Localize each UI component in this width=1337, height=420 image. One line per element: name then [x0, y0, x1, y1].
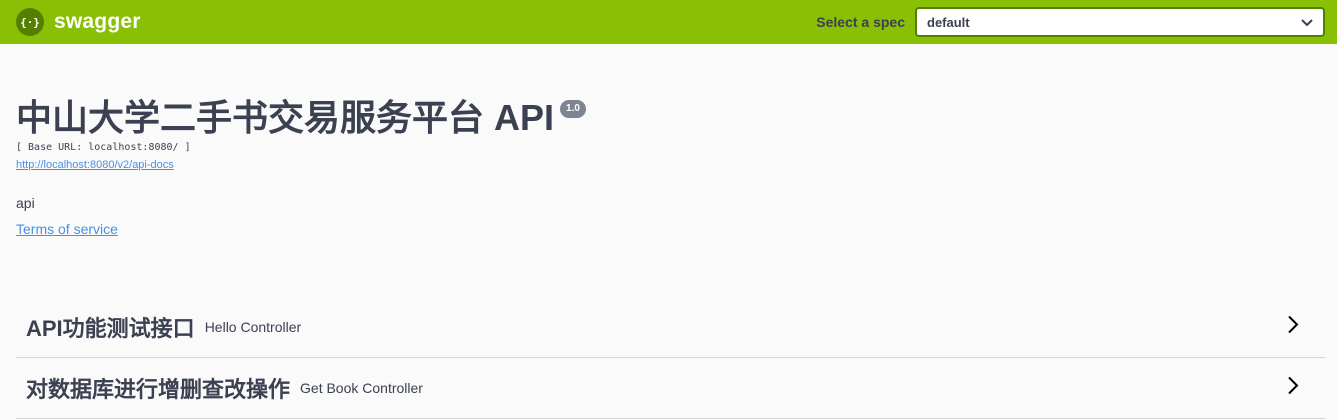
spec-label: Select a spec	[816, 14, 905, 30]
title-row: 中山大学二手书交易服务平台 API 1.0	[16, 96, 1321, 140]
tag-list: API功能测试接口 Hello Controller 对数据库进行增删查改操作 …	[0, 297, 1337, 419]
tag-description: Hello Controller	[204, 319, 302, 335]
brand[interactable]: {·} swagger	[16, 8, 141, 36]
api-docs-link[interactable]: http://localhost:8080/v2/api-docs	[16, 159, 174, 171]
spec-select[interactable]: default	[915, 7, 1325, 37]
version-badge: 1.0	[560, 100, 586, 118]
info-section: 中山大学二手书交易服务平台 API 1.0 [ Base URL: localh…	[0, 44, 1337, 239]
chevron-right-icon[interactable]	[1287, 315, 1299, 340]
topbar: {·} swagger Select a spec default	[0, 0, 1337, 44]
tag-description: Get Book Controller	[300, 380, 423, 396]
svg-text:{·}: {·}	[21, 16, 39, 29]
terms-of-service-link[interactable]: Terms of service	[16, 221, 118, 237]
spec-select-value: default	[927, 14, 970, 30]
api-description: api	[16, 195, 35, 211]
tag-get-book-controller[interactable]: 对数据库进行增删查改操作 Get Book Controller	[16, 358, 1325, 419]
spec-picker: Select a spec default	[816, 7, 1325, 37]
swagger-logo-icon: {·}	[16, 8, 44, 36]
chevron-down-icon	[1301, 15, 1313, 30]
base-url: [ Base URL: localhost:8080/ ]	[16, 142, 191, 153]
page-title: 中山大学二手书交易服务平台 API	[16, 97, 555, 138]
tag-hello-controller[interactable]: API功能测试接口 Hello Controller	[16, 297, 1325, 358]
tag-name: API功能测试接口	[26, 316, 195, 341]
tag-name: 对数据库进行增删查改操作	[26, 377, 291, 402]
brand-name: swagger	[54, 10, 141, 33]
chevron-right-icon[interactable]	[1287, 376, 1299, 401]
